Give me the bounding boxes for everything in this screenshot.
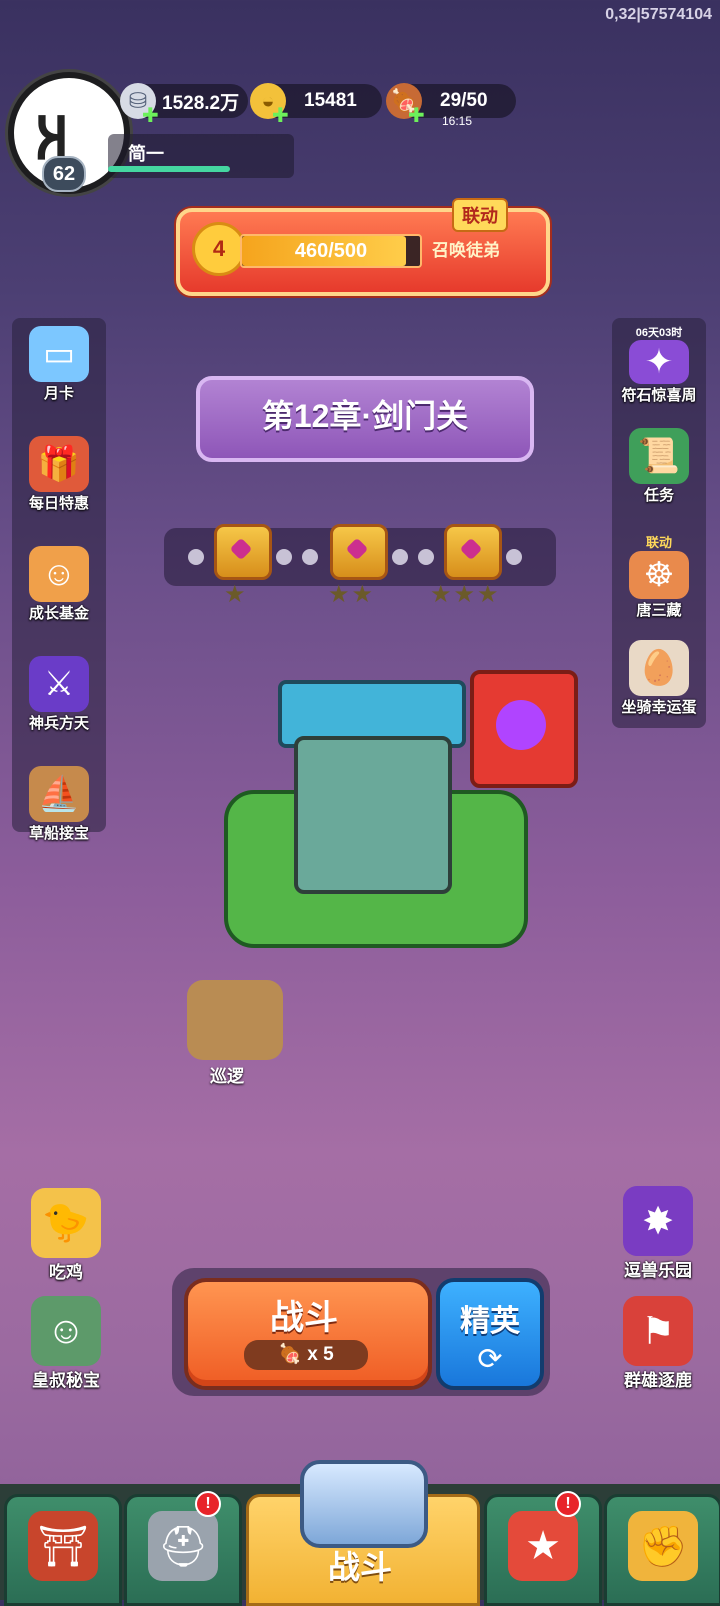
food-resource[interactable]: 🍖 ✚ 29/50: [386, 83, 516, 127]
food-refill-timer: 16:15: [442, 114, 473, 128]
battle-emblem-icon: [300, 1460, 428, 1548]
right-menu: 06天03时 ✦ 符石惊喜周 📜 任务 联动 ☸ 唐三藏 🥚 坐骑幸运蛋: [612, 318, 706, 728]
boss-banner[interactable]: [470, 670, 578, 788]
gold-resource[interactable]: ◒ ✚ 15481: [250, 83, 382, 127]
tab-lineup[interactable]: ★ !: [484, 1491, 602, 1606]
menu-monthly-card[interactable]: ▭ 月卡: [12, 326, 106, 428]
chest-3-stars: ★★★: [430, 581, 501, 608]
link-level-badge: 4: [192, 222, 246, 276]
food-add-icon[interactable]: ✚: [408, 103, 425, 128]
menu-mount-egg[interactable]: 🥚 坐骑幸运蛋: [612, 640, 706, 742]
player-name: 简一: [128, 144, 164, 164]
helmet-icon: ⛑: [148, 1511, 218, 1581]
track-dot: [276, 549, 292, 565]
mount-egg-icon: 🥚: [629, 640, 689, 696]
link-event-panel[interactable]: 4 460/500 召唤徒弟 联动: [176, 198, 550, 296]
menu-quests[interactable]: 📜 任务: [612, 428, 706, 530]
paw-icon: [496, 700, 546, 750]
battle-cost-value: x 5: [307, 1344, 334, 1365]
monthly-card-icon: ▭: [29, 326, 89, 382]
menu-rune-surprise[interactable]: 06天03时 ✦ 符石惊喜周: [612, 318, 706, 420]
track-dot: [418, 549, 434, 565]
tab-heroes[interactable]: ⛑ !: [124, 1491, 242, 1606]
warlords-button[interactable]: ⚑ 群雄逐鹿: [608, 1296, 708, 1391]
menu-divine-weapon[interactable]: ⚔ 神兵方天: [12, 656, 106, 758]
tab-battle-label: 战斗: [327, 1549, 392, 1585]
chest-1-stars: ★: [224, 581, 248, 608]
track-dot: [506, 549, 522, 565]
rune-surprise-icon: ✦: [629, 340, 689, 384]
chicken-event-icon: 🐤: [31, 1188, 101, 1258]
royal-treasure-button[interactable]: ☺ 皇叔秘宝: [16, 1296, 116, 1391]
track-dot: [188, 549, 204, 565]
left-menu: ▭ 月卡 🎁 每日特惠 ☺ 成长基金 ⚔ 神兵方天 ⛵ 草船接宝: [12, 318, 106, 842]
reward-chest-1[interactable]: [214, 524, 272, 580]
debug-readout: 0,32|57574104: [605, 6, 712, 23]
menu-tang-sanzang[interactable]: 联动 ☸ 唐三藏: [612, 530, 706, 632]
silver-value: 1528.2万: [162, 92, 240, 114]
city-gate-icon: ⛩: [28, 1511, 98, 1581]
warlords-icon: ⚑: [623, 1296, 693, 1366]
menu-growth-fund[interactable]: ☺ 成长基金: [12, 546, 106, 648]
gold-add-icon[interactable]: ✚: [272, 103, 289, 128]
reward-chest-2[interactable]: [330, 524, 388, 580]
chapter-title[interactable]: 第12章·剑门关: [196, 376, 534, 462]
chest-reward-track: ★ ★★ ★★★: [164, 524, 556, 608]
link-progress-text: 460/500: [294, 240, 368, 262]
chest-2-stars: ★★: [328, 581, 376, 608]
menu-boat-treasure[interactable]: ⛵ 草船接宝: [12, 766, 106, 868]
link-event-tag: 联动: [452, 198, 508, 232]
elite-label: 精英: [460, 1305, 520, 1338]
menu-daily-deal[interactable]: 🎁 每日特惠: [12, 436, 106, 538]
link-progress-bar: 460/500: [240, 234, 422, 268]
tab-upgrade[interactable]: ✊: [604, 1494, 720, 1606]
reward-chest-3[interactable]: [444, 524, 502, 580]
track-dot: [302, 549, 318, 565]
fort-building: [294, 736, 452, 894]
player-xp-bar: [108, 166, 231, 172]
rune-event-timer: 06天03时: [635, 327, 683, 339]
tang-sanzang-icon: ☸: [629, 551, 689, 599]
royal-treasure-icon: ☺: [31, 1296, 101, 1366]
summon-apprentice-label: 召唤徒弟: [432, 241, 500, 260]
refresh-icon: ⟳: [477, 1343, 503, 1376]
elite-button[interactable]: 精英 ⟳: [436, 1278, 544, 1390]
tab-city[interactable]: ⛩: [4, 1494, 122, 1606]
beast-park-icon: ✸: [623, 1186, 693, 1256]
meat-icon: 🍖: [278, 1344, 302, 1365]
silver-add-icon[interactable]: ✚: [142, 103, 159, 128]
horn-stars-icon: ★: [508, 1511, 578, 1581]
battle-label: 战斗: [270, 1299, 338, 1337]
boat-treasure-icon: ⛵: [29, 766, 89, 822]
beast-park-button[interactable]: ✸ 逗兽乐园: [608, 1186, 708, 1281]
chicken-event-button[interactable]: 🐤 吃鸡: [16, 1188, 116, 1283]
silver-resource[interactable]: ⛁ ✚ 1528.2万: [120, 83, 248, 127]
track-dot: [392, 549, 408, 565]
growth-fund-icon: ☺: [29, 546, 89, 602]
food-value: 29/50: [440, 90, 488, 111]
player-level-badge: 62: [42, 156, 86, 192]
gold-value: 15481: [304, 90, 357, 111]
fist-upgrade-icon: ✊: [628, 1511, 698, 1581]
divine-weapon-icon: ⚔: [29, 656, 89, 712]
daily-gift-icon: 🎁: [29, 436, 89, 492]
heroes-alert-badge: !: [195, 1491, 221, 1517]
battle-cost: 🍖 x 5: [244, 1340, 368, 1370]
rider-on-horse-icon: [187, 980, 283, 1060]
patrol-label: 巡逻: [210, 1067, 244, 1086]
tang-link-tag: 联动: [645, 535, 672, 550]
quest-scroll-icon: 📜: [629, 428, 689, 484]
lineup-alert-badge: !: [555, 1491, 581, 1517]
